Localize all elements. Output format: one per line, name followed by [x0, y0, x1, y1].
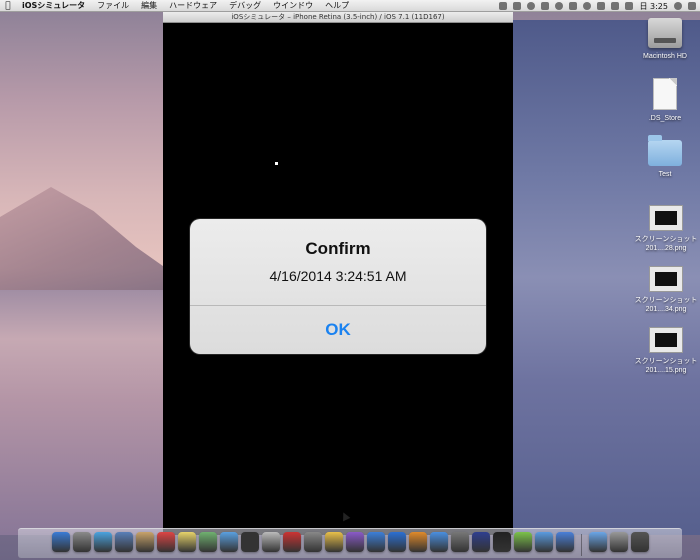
dock-app-icon[interactable]	[450, 532, 469, 552]
menubar-clock[interactable]: 日 3:25	[639, 1, 668, 12]
folder-icon	[648, 135, 682, 166]
menu-bar:  iOSシミュレータ ファイル 編集 ハードウェア デバッグ ウインドウ ヘル…	[0, 0, 700, 12]
dock-app-icon[interactable]	[609, 532, 628, 552]
input-method-icon[interactable]	[625, 2, 634, 10]
status-icon[interactable]	[527, 2, 536, 10]
desktop-item-macintosh-hd[interactable]: Macintosh HD	[630, 18, 700, 61]
dock-app-icon[interactable]	[555, 532, 574, 552]
volume-icon[interactable]	[597, 2, 606, 10]
clock-icon[interactable]	[555, 2, 564, 10]
desktop-item-label: Test	[658, 171, 672, 178]
bluetooth-icon[interactable]	[569, 2, 578, 10]
dock-app-icon[interactable]	[588, 532, 607, 552]
wallpaper-lake	[0, 290, 163, 535]
dock-app-icon[interactable]	[282, 532, 301, 552]
dock-app-icon[interactable]	[240, 532, 259, 552]
hard-drive-icon	[648, 18, 682, 48]
mouse-cursor-icon	[339, 510, 351, 522]
desktop-item-screenshot-3[interactable]: スクリーンショット 201....15.png	[630, 327, 700, 375]
desktop-item-label: スクリーンショット 201....15.png	[634, 358, 698, 374]
menu-file[interactable]: ファイル	[91, 0, 135, 12]
menu-window[interactable]: ウインドウ	[267, 0, 319, 12]
wrench-icon[interactable]	[541, 2, 550, 10]
desktop-item-screenshot-1[interactable]: スクリーンショット 201....28.png	[630, 205, 700, 253]
menu-help[interactable]: ヘルプ	[319, 0, 355, 12]
wallpaper-mountain	[0, 187, 170, 295]
desktop-item-label: スクリーンショット 201....28.png	[634, 236, 698, 252]
dock-app-icon[interactable]	[324, 532, 343, 552]
screen-indicator-dot	[275, 162, 278, 165]
status-area: 日 3:25	[499, 0, 696, 12]
dock-app-icon[interactable]	[345, 532, 364, 552]
screenshot-icon	[649, 327, 683, 353]
desktop-item-ds-store[interactable]: .DS_Store	[630, 78, 700, 123]
alert-dialog: Confirm 4/16/2014 3:24:51 AM OK	[190, 219, 486, 522]
apple-icon[interactable]: 	[0, 1, 16, 11]
dock-app-icon[interactable]	[303, 532, 322, 552]
dock-app-icon[interactable]	[177, 532, 196, 552]
dock-app-icon[interactable]	[429, 532, 448, 552]
simulator-window: iOSシミュレータ – iPhone Retina (3.5-inch) / i…	[163, 12, 513, 535]
dock-app-icon[interactable]	[471, 532, 490, 552]
dock-app-icon[interactable]	[366, 532, 385, 552]
simulator-window-title: iOSシミュレータ – iPhone Retina (3.5-inch) / i…	[163, 12, 513, 23]
desktop-item-label: .DS_Store	[648, 115, 682, 122]
battery-icon[interactable]	[611, 2, 620, 10]
desktop-item-label: スクリーンショット 201....34.png	[634, 297, 698, 313]
dock-app-icon[interactable]	[261, 532, 280, 552]
notification-center-icon[interactable]	[688, 2, 696, 10]
desktop-item-test-folder[interactable]: Test	[630, 135, 700, 179]
dock-app-icon[interactable]	[492, 532, 511, 552]
dock-app-icon[interactable]	[513, 532, 532, 552]
dock-app-icon[interactable]	[198, 532, 217, 552]
menu-edit[interactable]: 編集	[135, 0, 163, 12]
dock-app-icon[interactable]	[51, 532, 70, 552]
dock-app-icon[interactable]	[630, 532, 649, 552]
dock-app-icon[interactable]	[114, 532, 133, 552]
search-icon[interactable]	[674, 2, 682, 10]
dock-separator	[580, 534, 582, 556]
screenshot-icon	[649, 266, 683, 292]
dock	[18, 528, 682, 558]
menu-app-name[interactable]: iOSシミュレータ	[16, 0, 91, 12]
alert-message: 4/16/2014 3:24:51 AM	[269, 268, 407, 284]
menu-hardware[interactable]: ハードウェア	[163, 0, 223, 12]
status-icon[interactable]	[499, 2, 508, 10]
alert-title: Confirm	[305, 239, 371, 258]
dock-app-icon[interactable]	[135, 532, 154, 552]
document-icon	[653, 78, 677, 110]
dock-app-icon[interactable]	[156, 532, 175, 552]
dock-app-icon[interactable]	[387, 532, 406, 552]
alert-ok-button[interactable]: OK	[190, 306, 486, 354]
screenshot-icon	[649, 205, 683, 231]
status-icon[interactable]	[513, 2, 522, 10]
dock-app-icon[interactable]	[219, 532, 238, 552]
dock-app-icon[interactable]	[408, 532, 427, 552]
dock-app-icon[interactable]	[534, 532, 553, 552]
menu-debug[interactable]: デバッグ	[223, 0, 267, 12]
dock-app-icon[interactable]	[93, 532, 112, 552]
dock-app-icon[interactable]	[72, 532, 91, 552]
desktop-item-screenshot-2[interactable]: スクリーンショット 201....34.png	[630, 266, 700, 314]
wifi-icon[interactable]	[583, 2, 592, 10]
desktop-item-label: Macintosh HD	[643, 53, 687, 60]
